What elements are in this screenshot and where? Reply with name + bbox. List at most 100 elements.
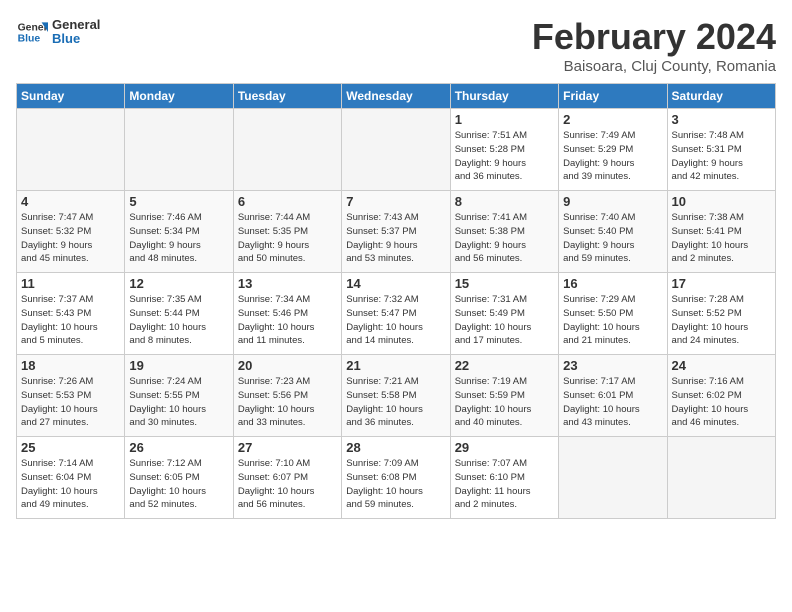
day-cell: 14 Sunrise: 7:32 AM Sunset: 5:47 PM Dayli… [342, 273, 450, 355]
day-number: 13 [238, 276, 337, 291]
calendar-table: SundayMondayTuesdayWednesdayThursdayFrid… [16, 83, 776, 519]
day-cell: 1 Sunrise: 7:51 AM Sunset: 5:28 PM Daylig… [450, 109, 558, 191]
day-cell: 7 Sunrise: 7:43 AM Sunset: 5:37 PM Daylig… [342, 191, 450, 273]
day-info: Sunrise: 7:44 AM Sunset: 5:35 PM Dayligh… [238, 211, 337, 266]
day-cell: 2 Sunrise: 7:49 AM Sunset: 5:29 PM Daylig… [559, 109, 667, 191]
day-number: 10 [672, 194, 771, 209]
logo: General Blue General Blue [16, 16, 100, 48]
day-cell: 6Sunrise: 7:44 AM Sunset: 5:35 PM Daylig… [233, 191, 341, 273]
day-cell: 24 Sunrise: 7:16 AM Sunset: 6:02 PM Dayli… [667, 355, 775, 437]
day-info: Sunrise: 7:31 AM Sunset: 5:49 PM Dayligh… [455, 293, 554, 348]
day-number: 7 [346, 194, 445, 209]
day-cell [233, 109, 341, 191]
day-cell [342, 109, 450, 191]
day-cell: 11Sunrise: 7:37 AM Sunset: 5:43 PM Dayli… [17, 273, 125, 355]
day-info: Sunrise: 7:46 AM Sunset: 5:34 PM Dayligh… [129, 211, 228, 266]
week-row-1: 1 Sunrise: 7:51 AM Sunset: 5:28 PM Daylig… [17, 109, 776, 191]
logo-icon: General Blue [16, 16, 48, 48]
col-header-friday: Friday [559, 84, 667, 109]
day-number: 8 [455, 194, 554, 209]
day-cell: 16Sunrise: 7:29 AM Sunset: 5:50 PM Dayli… [559, 273, 667, 355]
day-cell: 28 Sunrise: 7:09 AM Sunset: 6:08 PM Dayli… [342, 437, 450, 519]
day-info: Sunrise: 7:26 AM Sunset: 5:53 PM Dayligh… [21, 375, 120, 430]
day-info: Sunrise: 7:10 AM Sunset: 6:07 PM Dayligh… [238, 457, 337, 512]
day-info: Sunrise: 7:28 AM Sunset: 5:52 PM Dayligh… [672, 293, 771, 348]
day-number: 12 [129, 276, 228, 291]
day-cell: 15 Sunrise: 7:31 AM Sunset: 5:49 PM Dayli… [450, 273, 558, 355]
day-info: Sunrise: 7:48 AM Sunset: 5:31 PM Dayligh… [672, 129, 771, 184]
day-info: Sunrise: 7:12 AM Sunset: 6:05 PM Dayligh… [129, 457, 228, 512]
title-block: February 2024 Baisoara, Cluj County, Rom… [532, 16, 776, 75]
day-number: 28 [346, 440, 445, 455]
day-info: Sunrise: 7:24 AM Sunset: 5:55 PM Dayligh… [129, 375, 228, 430]
day-info: Sunrise: 7:23 AM Sunset: 5:56 PM Dayligh… [238, 375, 337, 430]
day-cell: 25 Sunrise: 7:14 AM Sunset: 6:04 PM Dayli… [17, 437, 125, 519]
day-number: 3 [672, 112, 771, 127]
day-info: Sunrise: 7:35 AM Sunset: 5:44 PM Dayligh… [129, 293, 228, 348]
col-header-monday: Monday [125, 84, 233, 109]
day-cell: 17Sunrise: 7:28 AM Sunset: 5:52 PM Dayli… [667, 273, 775, 355]
day-cell: 23 Sunrise: 7:17 AM Sunset: 6:01 PM Dayli… [559, 355, 667, 437]
day-cell [125, 109, 233, 191]
week-row-5: 25 Sunrise: 7:14 AM Sunset: 6:04 PM Dayli… [17, 437, 776, 519]
day-cell: 18Sunrise: 7:26 AM Sunset: 5:53 PM Dayli… [17, 355, 125, 437]
day-cell: 29 Sunrise: 7:07 AM Sunset: 6:10 PM Dayli… [450, 437, 558, 519]
day-info: Sunrise: 7:37 AM Sunset: 5:43 PM Dayligh… [21, 293, 120, 348]
day-number: 25 [21, 440, 120, 455]
week-row-4: 18Sunrise: 7:26 AM Sunset: 5:53 PM Dayli… [17, 355, 776, 437]
day-cell [17, 109, 125, 191]
col-header-tuesday: Tuesday [233, 84, 341, 109]
day-cell [559, 437, 667, 519]
page-header: General Blue General Blue February 2024 … [16, 16, 776, 75]
day-info: Sunrise: 7:17 AM Sunset: 6:01 PM Dayligh… [563, 375, 662, 430]
day-info: Sunrise: 7:43 AM Sunset: 5:37 PM Dayligh… [346, 211, 445, 266]
day-number: 24 [672, 358, 771, 373]
day-number: 26 [129, 440, 228, 455]
day-number: 27 [238, 440, 337, 455]
svg-text:Blue: Blue [18, 34, 41, 45]
day-cell: 3 Sunrise: 7:48 AM Sunset: 5:31 PM Daylig… [667, 109, 775, 191]
day-cell: 27 Sunrise: 7:10 AM Sunset: 6:07 PM Dayli… [233, 437, 341, 519]
day-number: 2 [563, 112, 662, 127]
day-info: Sunrise: 7:07 AM Sunset: 6:10 PM Dayligh… [455, 457, 554, 512]
day-cell: 4 Sunrise: 7:47 AM Sunset: 5:32 PM Daylig… [17, 191, 125, 273]
day-cell: 10Sunrise: 7:38 AM Sunset: 5:41 PM Dayli… [667, 191, 775, 273]
day-number: 23 [563, 358, 662, 373]
col-header-sunday: Sunday [17, 84, 125, 109]
day-number: 14 [346, 276, 445, 291]
column-header-row: SundayMondayTuesdayWednesdayThursdayFrid… [17, 84, 776, 109]
day-info: Sunrise: 7:51 AM Sunset: 5:28 PM Dayligh… [455, 129, 554, 184]
day-info: Sunrise: 7:14 AM Sunset: 6:04 PM Dayligh… [21, 457, 120, 512]
day-number: 15 [455, 276, 554, 291]
day-number: 19 [129, 358, 228, 373]
day-cell [667, 437, 775, 519]
day-number: 21 [346, 358, 445, 373]
day-cell: 19 Sunrise: 7:24 AM Sunset: 5:55 PM Dayli… [125, 355, 233, 437]
day-info: Sunrise: 7:21 AM Sunset: 5:58 PM Dayligh… [346, 375, 445, 430]
day-info: Sunrise: 7:40 AM Sunset: 5:40 PM Dayligh… [563, 211, 662, 266]
day-number: 1 [455, 112, 554, 127]
day-number: 5 [129, 194, 228, 209]
day-info: Sunrise: 7:09 AM Sunset: 6:08 PM Dayligh… [346, 457, 445, 512]
week-row-2: 4 Sunrise: 7:47 AM Sunset: 5:32 PM Daylig… [17, 191, 776, 273]
day-number: 16 [563, 276, 662, 291]
day-info: Sunrise: 7:19 AM Sunset: 5:59 PM Dayligh… [455, 375, 554, 430]
day-cell: 26 Sunrise: 7:12 AM Sunset: 6:05 PM Dayli… [125, 437, 233, 519]
logo-general: General [52, 18, 100, 32]
day-cell: 12 Sunrise: 7:35 AM Sunset: 5:44 PM Dayli… [125, 273, 233, 355]
day-info: Sunrise: 7:49 AM Sunset: 5:29 PM Dayligh… [563, 129, 662, 184]
day-cell: 5 Sunrise: 7:46 AM Sunset: 5:34 PM Daylig… [125, 191, 233, 273]
day-info: Sunrise: 7:16 AM Sunset: 6:02 PM Dayligh… [672, 375, 771, 430]
col-header-wednesday: Wednesday [342, 84, 450, 109]
day-info: Sunrise: 7:47 AM Sunset: 5:32 PM Dayligh… [21, 211, 120, 266]
day-cell: 20Sunrise: 7:23 AM Sunset: 5:56 PM Dayli… [233, 355, 341, 437]
day-cell: 8 Sunrise: 7:41 AM Sunset: 5:38 PM Daylig… [450, 191, 558, 273]
day-info: Sunrise: 7:41 AM Sunset: 5:38 PM Dayligh… [455, 211, 554, 266]
day-number: 22 [455, 358, 554, 373]
day-info: Sunrise: 7:32 AM Sunset: 5:47 PM Dayligh… [346, 293, 445, 348]
day-number: 29 [455, 440, 554, 455]
col-header-saturday: Saturday [667, 84, 775, 109]
day-number: 4 [21, 194, 120, 209]
col-header-thursday: Thursday [450, 84, 558, 109]
day-cell: 9Sunrise: 7:40 AM Sunset: 5:40 PM Daylig… [559, 191, 667, 273]
